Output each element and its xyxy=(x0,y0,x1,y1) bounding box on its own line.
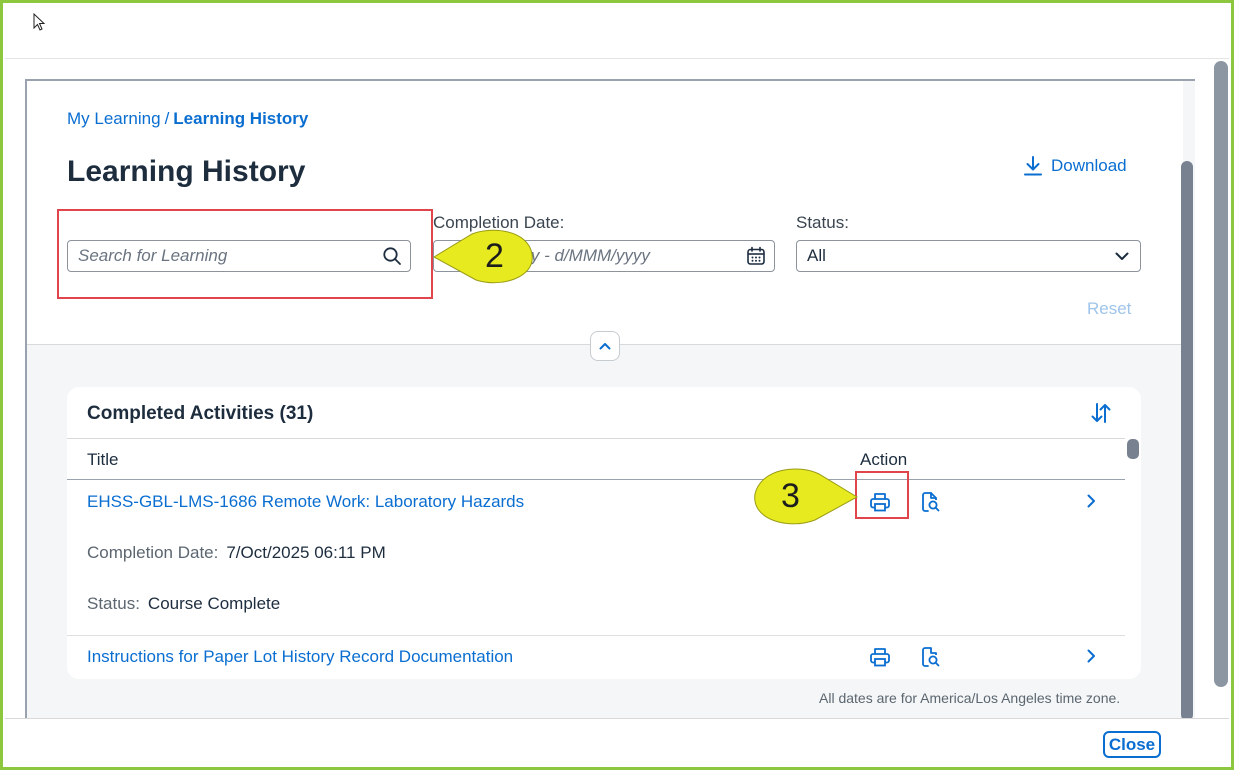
download-label: Download xyxy=(1051,156,1127,175)
chevron-right-icon xyxy=(1087,649,1095,663)
timezone-note: All dates are for America/Los Angeles ti… xyxy=(819,690,1121,706)
callout-3-number: 3 xyxy=(781,477,800,515)
close-button[interactable]: Close xyxy=(1103,731,1161,758)
document-search-icon xyxy=(922,647,940,667)
column-header-action: Action xyxy=(860,450,908,469)
print-button[interactable] xyxy=(867,644,893,670)
chevron-down-icon xyxy=(1115,252,1129,260)
collapse-filters-button[interactable] xyxy=(590,331,620,361)
row-navigate-button[interactable] xyxy=(1081,491,1101,511)
page-title: Learning History xyxy=(67,155,306,188)
sort-icon xyxy=(1091,403,1111,423)
dialog-footer: Close xyxy=(5,718,1229,765)
reset-button[interactable]: Reset xyxy=(1087,299,1131,319)
status-selected-value: All xyxy=(807,246,826,265)
callout-2-number: 2 xyxy=(485,237,504,275)
preview-button[interactable] xyxy=(917,489,943,515)
dialog-header xyxy=(5,5,1229,59)
print-icon xyxy=(870,648,890,667)
search-highlight-box xyxy=(57,209,433,299)
chevron-up-icon xyxy=(599,343,611,350)
download-button[interactable]: Download xyxy=(1023,155,1127,177)
learning-history-dialog: My Learning / Learning History Learning Hi… xyxy=(5,5,1229,765)
column-header-title: Title xyxy=(87,450,119,469)
status-value: Course Complete xyxy=(147,594,281,613)
callout-3: 3 xyxy=(749,464,859,530)
row-title-link[interactable]: EHSS-GBL-LMS-1686 Remote Work: Laborator… xyxy=(87,492,524,512)
page-scrollbar[interactable] xyxy=(1181,161,1193,719)
row-title-link[interactable]: Instructions for Paper Lot History Recor… xyxy=(87,647,513,667)
chevron-right-icon xyxy=(1087,494,1095,508)
learning-history-page: My Learning / Learning History Learning Hi… xyxy=(25,79,1195,719)
row-completion-date: Completion Date: 7/Oct/2025 06:11 PM xyxy=(87,543,386,563)
status-field-label: Status: xyxy=(87,594,140,613)
preview-button[interactable] xyxy=(917,644,943,670)
status-select[interactable]: All xyxy=(796,240,1141,272)
breadcrumb-my-learning[interactable]: My Learning xyxy=(67,109,161,128)
callout-2: 2 xyxy=(432,226,542,288)
download-icon xyxy=(1024,156,1042,176)
mouse-cursor-icon xyxy=(33,13,46,31)
completed-activities-card: Completed Activities (31) Title Action E… xyxy=(67,387,1141,679)
table-row: EHSS-GBL-LMS-1686 Remote Work: Laborator… xyxy=(67,481,1125,636)
table-scrollbar[interactable] xyxy=(1127,439,1139,459)
print-highlight-box xyxy=(855,471,909,519)
table-row: Instructions for Paper Lot History Recor… xyxy=(67,636,1125,679)
row-navigate-button[interactable] xyxy=(1081,646,1101,666)
completion-date-value: 7/Oct/2025 06:11 PM xyxy=(226,543,386,562)
breadcrumb: My Learning / Learning History xyxy=(67,109,308,129)
row-status: Status: Course Complete xyxy=(87,594,280,614)
completion-date-field-label: Completion Date: xyxy=(87,543,219,562)
dialog-scrollbar[interactable] xyxy=(1214,61,1228,687)
status-label: Status: xyxy=(796,213,849,232)
calendar-icon[interactable] xyxy=(746,246,766,266)
callout-bubble-icon xyxy=(754,468,859,525)
table-header: Title Action xyxy=(67,438,1125,480)
document-search-icon xyxy=(922,492,940,512)
breadcrumb-separator: / xyxy=(164,109,170,128)
card-title: Completed Activities (31) xyxy=(87,403,314,424)
breadcrumb-learning-history[interactable]: Learning History xyxy=(173,109,308,128)
sort-button[interactable] xyxy=(1089,401,1113,430)
